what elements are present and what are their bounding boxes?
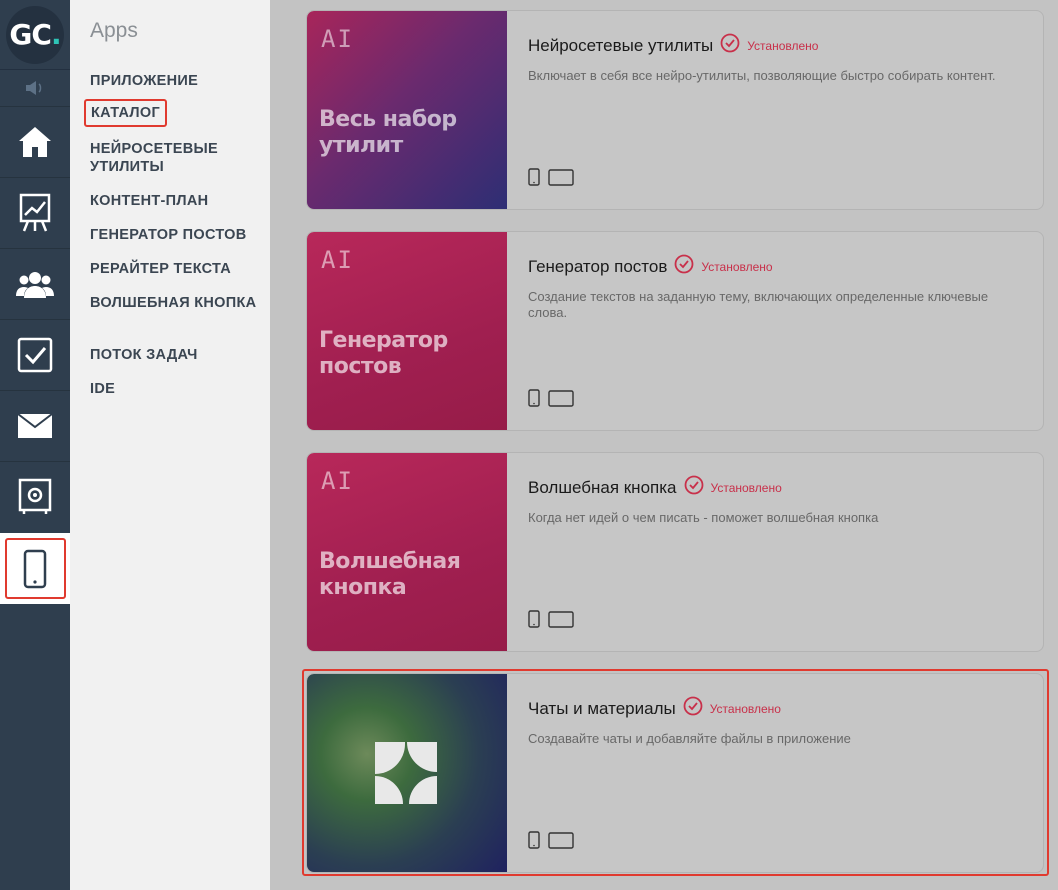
rail-item-users[interactable]	[0, 248, 70, 319]
app-card[interactable]: AI Волшебная кнопка Волшебная кнопка Уст…	[306, 452, 1044, 652]
logo: GC.	[6, 5, 64, 64]
status-badge: Установлено	[710, 480, 782, 495]
thumb-badge: AI	[321, 25, 354, 53]
thumb-badge: AI	[321, 467, 354, 495]
menu-item-task-flow[interactable]: ПОТОК ЗАДАЧ	[90, 346, 260, 364]
safe-icon	[18, 478, 52, 516]
mobile-icon	[528, 831, 540, 854]
mobile-icon	[528, 168, 540, 191]
app-description: Когда нет идей о чем писать - поможет во…	[528, 510, 879, 525]
tasks-icon	[17, 337, 53, 373]
icon-rail: GC.	[0, 0, 70, 890]
app-description: Включает в себя все нейро-утилиты, позво…	[528, 68, 996, 83]
thumb-text: Генератор постов	[319, 328, 448, 379]
apps-menu: Apps ПРИЛОЖЕНИЕ КАТАЛОГ НЕЙРОСЕТЕВЫЕ УТИ…	[70, 0, 270, 890]
chats-logo-icon	[373, 740, 439, 811]
rail-item-apps[interactable]	[0, 533, 70, 604]
device-support	[528, 168, 574, 191]
menu-item-neural-utilities[interactable]: НЕЙРОСЕТЕВЫЕ УТИЛИТЫ	[90, 140, 260, 176]
mail-icon	[17, 413, 53, 439]
menu-item-post-generator[interactable]: ГЕНЕРАТОР ПОСТОВ	[90, 226, 260, 244]
menu-item-content-plan[interactable]: КОНТЕНТ-ПЛАН	[90, 192, 260, 210]
menu-item-text-rewriter[interactable]: РЕРАЙТЕР ТЕКСТА	[90, 260, 260, 278]
logo-area[interactable]: GC.	[0, 0, 70, 70]
thumb-text: Волшебная кнопка	[319, 549, 461, 600]
tablet-icon	[548, 611, 574, 633]
tablet-icon	[548, 832, 574, 854]
status-badge: Установлено	[701, 259, 773, 274]
rail-item-analytics[interactable]	[0, 177, 70, 248]
app-card[interactable]: AI Весь набор утилит Нейросетевые утилит…	[306, 10, 1044, 210]
catalog-list: AI Весь набор утилит Нейросетевые утилит…	[270, 0, 1058, 890]
thumb-text: Весь набор утилит	[319, 107, 457, 158]
announcements-icon[interactable]	[0, 72, 70, 104]
app-description: Создание текстов на заданную тему, включ…	[528, 289, 989, 320]
app-thumbnail: AI Генератор постов	[307, 232, 507, 430]
menu-item-catalog[interactable]: КАТАЛОГ	[84, 99, 167, 127]
app-card[interactable]: Чаты и материалы Установлено Создавайте …	[306, 673, 1044, 873]
menu-item-ide[interactable]: IDE	[90, 380, 260, 398]
tablet-icon	[548, 390, 574, 412]
installed-check-icon	[684, 475, 704, 500]
app-title[interactable]: Генератор постов	[528, 257, 667, 277]
app-info: Чаты и материалы Установлено Создавайте …	[528, 696, 1027, 747]
app-info: Нейросетевые утилиты Установлено Включае…	[528, 33, 1027, 84]
device-support	[528, 389, 574, 412]
rail-item-mail[interactable]	[0, 390, 70, 461]
app-thumbnail: AI Волшебная кнопка	[307, 453, 507, 651]
tablet-icon	[548, 169, 574, 191]
users-icon	[15, 268, 55, 300]
app-title[interactable]: Нейросетевые утилиты	[528, 36, 713, 56]
app-title[interactable]: Волшебная кнопка	[528, 478, 677, 498]
device-support	[528, 610, 574, 633]
rail-item-safe[interactable]	[0, 461, 70, 532]
device-support	[528, 831, 574, 854]
app-title[interactable]: Чаты и материалы	[528, 699, 676, 719]
mobile-icon	[528, 610, 540, 633]
mobile-icon	[528, 389, 540, 412]
menu-item-application[interactable]: ПРИЛОЖЕНИЕ	[90, 72, 260, 90]
installed-check-icon	[720, 33, 740, 58]
app-thumbnail: AI Весь набор утилит	[307, 11, 507, 209]
app-info: Генератор постов Установлено Создание те…	[528, 254, 1027, 321]
app-description: Создавайте чаты и добавляйте файлы в при…	[528, 731, 851, 746]
status-badge: Установлено	[709, 701, 781, 716]
menu-title: Apps	[90, 19, 138, 42]
thumb-badge: AI	[321, 246, 354, 274]
chart-icon	[18, 193, 52, 233]
app-card[interactable]: AI Генератор постов Генератор постов Уст…	[306, 231, 1044, 431]
installed-check-icon	[683, 696, 703, 721]
rail-item-tasks[interactable]	[0, 319, 70, 390]
home-icon	[16, 124, 54, 160]
installed-check-icon	[674, 254, 694, 279]
app-info: Волшебная кнопка Установлено Когда нет и…	[528, 475, 1027, 526]
app-thumbnail	[307, 674, 507, 872]
menu-item-magic-button[interactable]: ВОЛШЕБНАЯ КНОПКА	[90, 294, 260, 312]
selection-frame	[5, 538, 66, 599]
rail-item-home[interactable]	[0, 106, 70, 177]
status-badge: Установлено	[747, 38, 819, 53]
